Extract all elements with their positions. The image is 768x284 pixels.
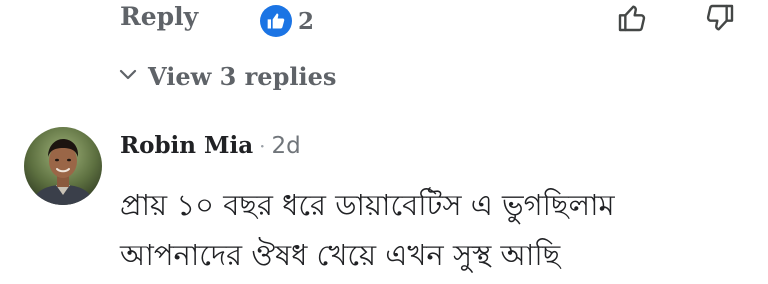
reply-button[interactable]: Reply bbox=[120, 2, 198, 31]
comment-timestamp[interactable]: 2d bbox=[271, 133, 300, 159]
chevron-down-icon bbox=[118, 67, 138, 86]
comment-text-line: আপনাদের ঔষধ খেয়ে এখন সুস্থ আছি bbox=[120, 238, 561, 272]
thumbs-up-icon bbox=[260, 5, 292, 37]
reaction-summary[interactable]: 2 bbox=[260, 5, 314, 37]
comment-text: প্রায় ১০ বছর ধরে ডায়াবেটিস এ ভুগছিলাম … bbox=[120, 180, 760, 280]
thumb-up-outline-icon bbox=[616, 2, 648, 38]
view-replies-toggle[interactable]: View 3 replies bbox=[118, 62, 336, 91]
author-name[interactable]: Robin Mia bbox=[120, 132, 253, 159]
comment-header: Robin Mia · 2d bbox=[120, 132, 301, 159]
like-count: 2 bbox=[298, 7, 315, 35]
thumb-up-button[interactable] bbox=[614, 2, 650, 38]
avatar[interactable] bbox=[24, 127, 102, 205]
separator-dot: · bbox=[259, 134, 266, 158]
thumb-down-outline-icon bbox=[704, 2, 736, 38]
thumb-down-button[interactable] bbox=[702, 2, 738, 38]
comment-text-line: প্রায় ১০ বছর ধরে ডায়াবেটিস এ ভুগছিলাম bbox=[120, 188, 615, 222]
view-replies-label: View 3 replies bbox=[148, 62, 337, 91]
